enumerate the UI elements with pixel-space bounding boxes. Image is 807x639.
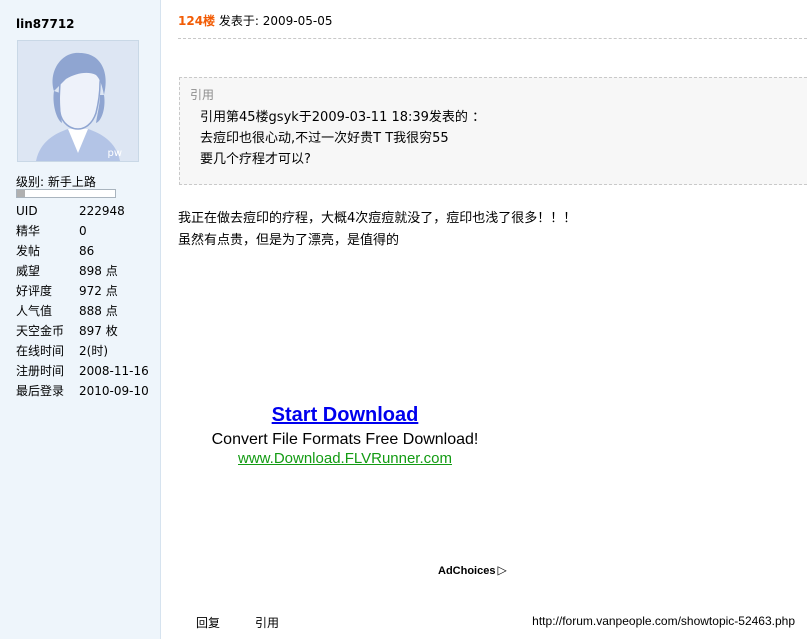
stat-label: 发帖: [16, 244, 41, 258]
avatar-silhouette-icon: [18, 41, 138, 161]
post-body-line: 我正在做去痘印的疗程，大概4次痘痘就没了，痘印也浅了很多！！！: [178, 211, 577, 226]
ad-url-link[interactable]: www.Download.FLVRunner.com: [162, 450, 528, 467]
floor-number[interactable]: 124楼: [178, 14, 215, 28]
stat-label: 在线时间: [16, 344, 65, 358]
quote-title: 引用: [190, 88, 215, 102]
ad-title-link[interactable]: Start Download: [162, 404, 528, 427]
post-date: 发表于: 2009-05-05: [215, 14, 333, 28]
ad-description: Convert File Formats Free Download!: [211, 431, 479, 448]
stat-label: 威望: [16, 264, 41, 278]
stat-value: 972 点: [79, 284, 118, 298]
username[interactable]: lin87712: [16, 17, 75, 31]
stat-value: 897 枚: [79, 324, 118, 338]
ad-block: Start Download Convert File Formats Free…: [162, 404, 528, 467]
adchoices-button[interactable]: AdChoices ▷: [438, 563, 507, 577]
status-url: http://forum.vanpeople.com/showtopic-524…: [532, 614, 795, 628]
reply-button[interactable]: 回复: [196, 614, 220, 631]
avatar[interactable]: pw: [17, 40, 139, 162]
stat-label: 注册时间: [16, 364, 65, 378]
post-body: 我正在做去痘印的疗程，大概4次痘痘就没了，痘印也浅了很多！！！ 虽然有点贵，但是…: [178, 208, 576, 252]
stat-value: 898 点: [79, 264, 118, 278]
stat-label: 最后登录: [16, 384, 65, 398]
quote-line: 引用第45楼gsyk于2009-03-11 18:39发表的 ：: [200, 110, 486, 125]
stat-value: 222948: [79, 204, 125, 218]
quote-block: 引用 引用第45楼gsyk于2009-03-11 18:39发表的 ： 去痘印也…: [179, 77, 807, 185]
stat-value: 2(时): [79, 344, 108, 358]
stat-label: 人气值: [16, 304, 53, 318]
post-content: 124楼 发表于: 2009-05-05 引用 引用第45楼gsyk于2009-…: [162, 0, 807, 639]
stat-label: 精华: [16, 224, 41, 238]
adchoices-icon: ▷: [497, 563, 507, 577]
stat-value: 2010-09-10: [79, 384, 149, 398]
quote-line: 去痘印也很心动,不过一次好贵T T我很穷55: [200, 131, 449, 146]
level-progress-bar: [16, 189, 116, 198]
stat-value: 86: [79, 244, 95, 258]
stat-value: 888 点: [79, 304, 118, 318]
quote-line: 要几个疗程才可以?: [200, 152, 311, 167]
stat-value: 2008-11-16: [79, 364, 149, 378]
quote-button[interactable]: 引用: [255, 614, 279, 631]
stat-label: UID: [16, 204, 38, 218]
post-header: 124楼 发表于: 2009-05-05: [178, 12, 332, 29]
stat-value: 0: [79, 224, 87, 238]
adchoices-label: AdChoices: [438, 565, 496, 577]
level-progress-fill: [17, 190, 25, 197]
avatar-badge: pw: [107, 148, 122, 159]
user-sidebar: lin87712 pw 级别: 新手上路 UID 222948 精华 0 发帖 86 威望 8…: [0, 0, 161, 639]
stat-label: 好评度: [16, 284, 53, 298]
divider: [178, 38, 807, 39]
post-body-line: 虽然有点贵，但是为了漂亮，是值得的: [178, 233, 400, 248]
stat-label: 天空金币: [16, 324, 65, 338]
user-level: 级别: 新手上路: [16, 175, 96, 189]
